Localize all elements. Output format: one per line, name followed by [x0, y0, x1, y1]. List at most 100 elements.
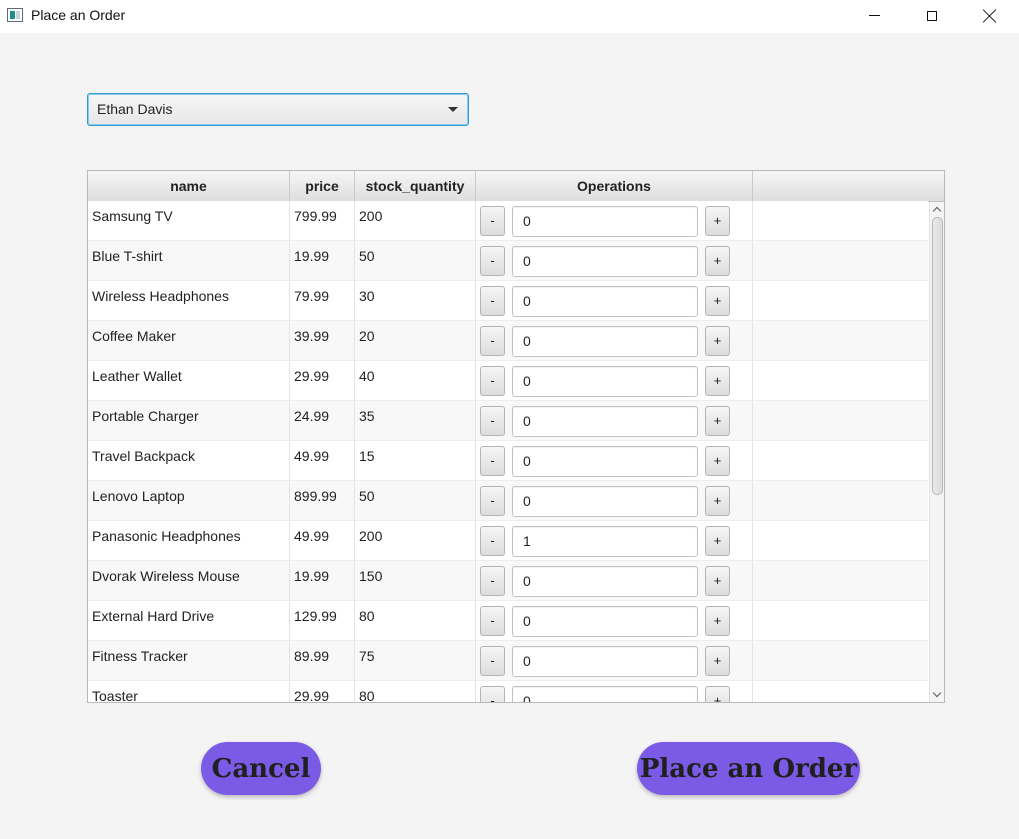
- table-row[interactable]: External Hard Drive 129.99 80-0 +: [88, 601, 928, 641]
- products-table: name price stock_quantity Operations Sam…: [87, 170, 945, 703]
- cell-filler: [753, 241, 928, 280]
- cell-name: Blue T-shirt: [88, 241, 290, 280]
- quantity-input[interactable]: 0: [512, 686, 698, 702]
- increment-button[interactable]: +: [705, 286, 730, 316]
- scroll-thumb[interactable]: [932, 217, 943, 495]
- quantity-input[interactable]: 0: [512, 486, 698, 517]
- cell-price: 24.99: [290, 401, 355, 440]
- increment-button[interactable]: +: [705, 526, 730, 556]
- minimize-button[interactable]: [845, 0, 903, 31]
- cell-name: Panasonic Headphones: [88, 521, 290, 560]
- cell-filler: [753, 201, 928, 240]
- increment-button[interactable]: +: [705, 206, 730, 236]
- decrement-button[interactable]: -: [480, 366, 505, 396]
- decrement-button[interactable]: -: [480, 686, 505, 702]
- decrement-button[interactable]: -: [480, 246, 505, 276]
- cell-filler: [753, 361, 928, 400]
- quantity-input[interactable]: 1: [512, 526, 698, 557]
- table-row[interactable]: Fitness Tracker 89.99 75-0 +: [88, 641, 928, 681]
- customer-select[interactable]: Ethan Davis: [87, 93, 469, 126]
- cell-operations: -0 +: [476, 481, 753, 520]
- cell-price: 49.99: [290, 521, 355, 560]
- column-header-price[interactable]: price: [290, 171, 355, 201]
- scroll-up-icon[interactable]: [933, 205, 941, 213]
- increment-button[interactable]: +: [705, 606, 730, 636]
- decrement-button[interactable]: -: [480, 526, 505, 556]
- cell-stock-quantity: 40: [355, 361, 476, 400]
- increment-button[interactable]: +: [705, 406, 730, 436]
- cell-filler: [753, 521, 928, 560]
- cell-stock-quantity: 50: [355, 481, 476, 520]
- quantity-input[interactable]: 0: [512, 206, 698, 237]
- decrement-button[interactable]: -: [480, 406, 505, 436]
- table-row[interactable]: Blue T-shirt 19.99 50-0 +: [88, 241, 928, 281]
- increment-button[interactable]: +: [705, 326, 730, 356]
- cell-price: 79.99: [290, 281, 355, 320]
- cell-operations: -1 +: [476, 521, 753, 560]
- increment-button[interactable]: +: [705, 486, 730, 516]
- maximize-button[interactable]: [903, 0, 961, 31]
- place-order-button[interactable]: Place an Order: [637, 742, 860, 795]
- vertical-scrollbar[interactable]: [929, 202, 944, 702]
- column-header-name[interactable]: name: [88, 171, 290, 201]
- table-body: Samsung TV 799.99 200-0 + Blue T-shirt 19.99 5…: [88, 201, 928, 702]
- table-row[interactable]: Toaster 29.99 80-0 +: [88, 681, 928, 702]
- cell-filler: [753, 681, 928, 702]
- cell-price: 19.99: [290, 241, 355, 280]
- cell-operations: -0 +: [476, 441, 753, 480]
- quantity-input[interactable]: 0: [512, 606, 698, 637]
- cell-stock-quantity: 15: [355, 441, 476, 480]
- table-row[interactable]: Dvorak Wireless Mouse 19.99 150-0 +: [88, 561, 928, 601]
- increment-button[interactable]: +: [705, 246, 730, 276]
- quantity-input[interactable]: 0: [512, 566, 698, 597]
- cell-filler: [753, 561, 928, 600]
- cell-filler: [753, 441, 928, 480]
- quantity-input[interactable]: 0: [512, 446, 698, 477]
- cell-name: Coffee Maker: [88, 321, 290, 360]
- close-button[interactable]: [961, 0, 1019, 31]
- table-row[interactable]: Travel Backpack 49.99 15-0 +: [88, 441, 928, 481]
- cell-stock-quantity: 80: [355, 681, 476, 702]
- table-row[interactable]: Portable Charger 24.99 35-0 +: [88, 401, 928, 441]
- decrement-button[interactable]: -: [480, 286, 505, 316]
- increment-button[interactable]: +: [705, 686, 730, 702]
- table-row[interactable]: Leather Wallet 29.99 40-0 +: [88, 361, 928, 401]
- quantity-input[interactable]: 0: [512, 366, 698, 397]
- table-row[interactable]: Panasonic Headphones 49.99 200-1 +: [88, 521, 928, 561]
- decrement-button[interactable]: -: [480, 606, 505, 636]
- cell-name: Toaster: [88, 681, 290, 702]
- scroll-down-icon[interactable]: [933, 691, 941, 699]
- table-row[interactable]: Wireless Headphones 79.99 30-0 +: [88, 281, 928, 321]
- cell-stock-quantity: 75: [355, 641, 476, 680]
- cell-name: Leather Wallet: [88, 361, 290, 400]
- decrement-button[interactable]: -: [480, 646, 505, 676]
- decrement-button[interactable]: -: [480, 566, 505, 596]
- increment-button[interactable]: +: [705, 646, 730, 676]
- table-row[interactable]: Coffee Maker 39.99 20-0 +: [88, 321, 928, 361]
- column-header-operations[interactable]: Operations: [476, 171, 753, 201]
- quantity-input[interactable]: 0: [512, 326, 698, 357]
- table-row[interactable]: Samsung TV 799.99 200-0 +: [88, 201, 928, 241]
- table-row[interactable]: Lenovo Laptop 899.99 50-0 +: [88, 481, 928, 521]
- cell-stock-quantity: 20: [355, 321, 476, 360]
- decrement-button[interactable]: -: [480, 326, 505, 356]
- decrement-button[interactable]: -: [480, 446, 505, 476]
- cell-operations: -0 +: [476, 281, 753, 320]
- cell-operations: -0 +: [476, 201, 753, 240]
- cell-name: Portable Charger: [88, 401, 290, 440]
- increment-button[interactable]: +: [705, 566, 730, 596]
- column-header-stock-quantity[interactable]: stock_quantity: [355, 171, 476, 201]
- increment-button[interactable]: +: [705, 446, 730, 476]
- decrement-button[interactable]: -: [480, 486, 505, 516]
- increment-button[interactable]: +: [705, 366, 730, 396]
- cancel-button[interactable]: Cancel: [201, 742, 321, 795]
- quantity-input[interactable]: 0: [512, 286, 698, 317]
- cell-stock-quantity: 35: [355, 401, 476, 440]
- quantity-input[interactable]: 0: [512, 406, 698, 437]
- minimize-icon: [868, 15, 880, 16]
- cell-price: 129.99: [290, 601, 355, 640]
- cell-stock-quantity: 150: [355, 561, 476, 600]
- quantity-input[interactable]: 0: [512, 646, 698, 677]
- decrement-button[interactable]: -: [480, 206, 505, 236]
- quantity-input[interactable]: 0: [512, 246, 698, 277]
